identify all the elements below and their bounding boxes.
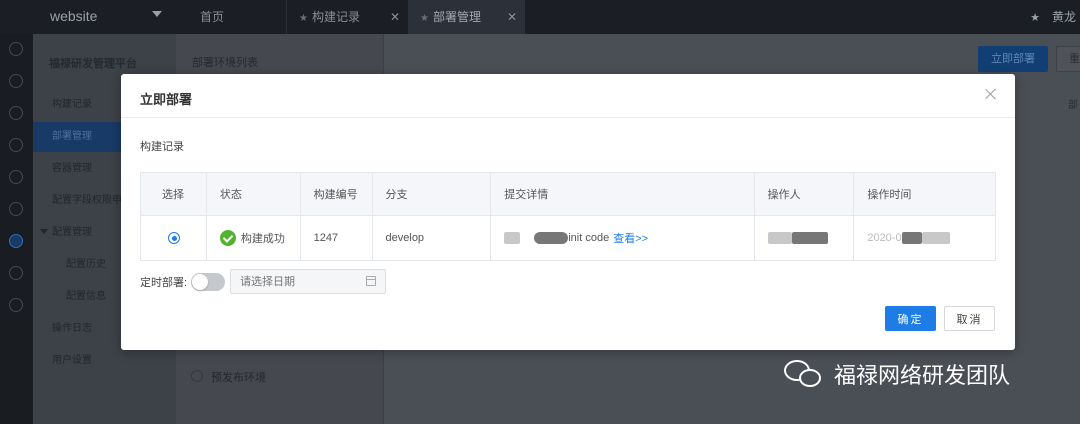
schedule-toggle[interactable]: [191, 272, 226, 291]
star-icon[interactable]: ★: [1030, 12, 1040, 24]
tab-deploy-management[interactable]: ★ 部署管理 ✕: [408, 0, 525, 34]
col-select: 选择: [141, 173, 207, 215]
close-icon[interactable]: ✕: [507, 0, 517, 34]
date-picker[interactable]: [230, 269, 387, 294]
deploy-modal: 立即部署 构建记录 选择 状态 构建编号 分支 提交详情 操作人 操作时间 构建…: [121, 74, 1015, 350]
tab-label: 首页: [200, 10, 225, 24]
user-area[interactable]: ★ 黄龙: [1030, 0, 1080, 34]
watermark-text: 福禄网络研发团队: [834, 364, 1011, 389]
status-cell: 构建成功: [207, 216, 301, 260]
row-radio[interactable]: [168, 232, 180, 244]
redacted-block: [901, 232, 922, 244]
build-icon[interactable]: [9, 106, 23, 120]
operator-cell: [755, 216, 855, 260]
tab-label: 部署管理: [432, 10, 481, 24]
sidebar-item-user-settings[interactable]: 用户设置: [33, 346, 176, 376]
redacted-block: [767, 232, 792, 244]
build-no-cell: 1247: [301, 216, 373, 260]
modal-title: 立即部署: [140, 92, 193, 107]
redacted-block: [504, 232, 521, 244]
check-circle-icon: [219, 230, 236, 246]
wechat-icon: [784, 358, 824, 390]
redacted-block: [921, 232, 950, 244]
watermark: 福禄网络研发团队: [784, 358, 1010, 390]
tab-label: 构建记录: [311, 10, 360, 24]
icon-rail: [0, 34, 33, 424]
search-icon[interactable]: [9, 42, 23, 56]
calendar-icon[interactable]: [366, 276, 377, 286]
view-details-link[interactable]: 查看>>: [613, 230, 648, 246]
chevron-down-icon[interactable]: [152, 11, 162, 17]
user-name: 黄龙: [1051, 10, 1076, 24]
reset-button[interactable]: 重: [1056, 46, 1080, 72]
platform-title: 福禄研发管理平台: [49, 58, 137, 70]
col-commit: 提交详情: [491, 173, 755, 215]
redacted-block: [791, 232, 828, 244]
caret-down-icon: [40, 229, 48, 234]
modal-header: 立即部署: [121, 74, 1015, 118]
star-icon: ★: [299, 13, 308, 24]
section-label: 构建记录: [140, 141, 184, 153]
monitor-icon[interactable]: [9, 202, 23, 216]
redacted-block: [534, 232, 569, 244]
select-cell: [141, 216, 207, 260]
tab-bar: 首页 ★ 构建记录 ✕ ★ 部署管理 ✕: [176, 0, 525, 34]
menu-label: 配置管理: [52, 227, 92, 238]
col-build-no: 构建编号: [301, 173, 373, 215]
col-status: 状态: [207, 173, 301, 215]
env-radio[interactable]: [191, 370, 203, 382]
user-icon[interactable]: [9, 298, 23, 312]
top-bar: website 首页 ★ 构建记录 ✕ ★ 部署管理 ✕ ★ 黄龙: [0, 0, 1080, 34]
close-icon[interactable]: [983, 86, 999, 102]
env-label[interactable]: 预发布环境: [211, 369, 266, 385]
status-text: 构建成功: [240, 233, 285, 245]
commit-cell: init code 查看>>: [491, 216, 755, 260]
deploy-now-button[interactable]: 立即部署: [978, 46, 1048, 72]
col-time: 操作时间: [867, 189, 912, 201]
time-text: 2020-0: [867, 232, 902, 244]
branch-cell: develop: [373, 216, 492, 260]
tab-build-records[interactable]: ★ 构建记录 ✕: [286, 0, 408, 34]
date-input[interactable]: [230, 269, 387, 294]
table-row[interactable]: 构建成功 1247 develop init code 查看>> 2020-0: [141, 216, 995, 260]
column-header: 部: [1068, 100, 1078, 111]
chart-icon[interactable]: [9, 170, 23, 184]
build-record-table: 选择 状态 构建编号 分支 提交详情 操作人 操作时间 构建成功 1247 de…: [140, 172, 996, 261]
tab-home[interactable]: 首页: [176, 0, 286, 34]
app-logo[interactable]: website: [0, 0, 176, 34]
settings-icon[interactable]: [9, 138, 23, 152]
col-operator: 操作人: [755, 173, 855, 215]
log-icon[interactable]: [9, 266, 23, 280]
table-header: 选择 状态 构建编号 分支 提交详情 操作人 操作时间: [141, 173, 995, 216]
commit-text: init code: [568, 232, 610, 244]
dashboard-icon[interactable]: [9, 74, 23, 88]
cancel-button[interactable]: 取消: [944, 306, 995, 331]
star-icon: ★: [420, 13, 429, 24]
deploy-icon[interactable]: [9, 234, 23, 248]
time-cell: 2020-0: [854, 216, 995, 260]
schedule-label: 定时部署:: [140, 276, 188, 289]
col-branch: 分支: [373, 173, 492, 215]
logo-text: website: [50, 8, 98, 24]
confirm-button[interactable]: 确定: [885, 306, 936, 331]
close-icon[interactable]: ✕: [390, 0, 400, 34]
panel-title: 部署环境列表: [192, 57, 258, 69]
schedule-row: 定时部署:: [140, 269, 387, 294]
